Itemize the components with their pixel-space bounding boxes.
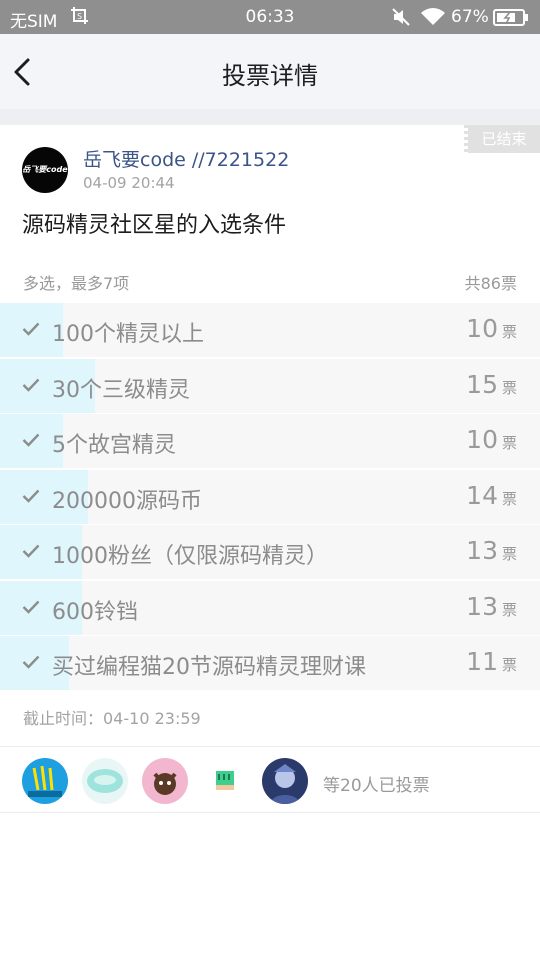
total-votes: 共86票 (464, 274, 517, 293)
option-label: 600铃铛 (52, 599, 138, 625)
vote-number: 11 (466, 647, 498, 676)
battery-percent: 67% (451, 7, 489, 27)
vote-number: 13 (466, 591, 498, 621)
voters-row[interactable]: 等20人已投票 (0, 747, 540, 812)
option-vote-count: 10 票 (466, 314, 517, 343)
vote-unit: 票 (501, 434, 517, 452)
voter-avatar-art (153, 772, 177, 795)
vote-number: 14 (466, 480, 498, 510)
option-label: 买过编程猫20节源码精灵理财课 (52, 655, 366, 680)
vote-unit: 票 (501, 489, 517, 508)
vote-unit: 票 (501, 545, 517, 563)
divider (0, 812, 540, 813)
avatar-logo-text: 岳飞要code (22, 165, 68, 174)
poll-mode: 多选，最多7项 (23, 274, 130, 293)
check-icon (22, 655, 40, 669)
option-vote-count: 11 票 (466, 647, 517, 676)
voter-avatar-art (28, 765, 62, 797)
option-label: 200000源码币 (52, 488, 202, 514)
poll-option[interactable]: 600铃铛 13 票 (0, 580, 540, 635)
page-title: 投票详情 (222, 62, 318, 90)
option-label: 30个三级精灵 (52, 377, 190, 403)
poll-question: 源码精灵社区星的入选条件 (22, 213, 287, 238)
poll-option[interactable]: 100个精灵以上 10 票 (0, 303, 540, 357)
vote-number: 10 (466, 425, 498, 454)
voter-avatar-art (87, 769, 123, 793)
option-vote-count: 15 票 (466, 370, 517, 399)
check-icon (22, 433, 40, 447)
voter-avatar[interactable] (202, 758, 248, 804)
poll-option[interactable]: 5个故宫精灵 10 票 (0, 414, 540, 468)
option-vote-count: 10 票 (466, 425, 517, 454)
voters-summary: 等20人已投票 (323, 776, 430, 796)
poll-status-badge: 已结束 (464, 125, 540, 153)
poll-option[interactable]: 1000粉丝（仅限源码精灵） 13 票 (0, 525, 540, 579)
check-icon (22, 378, 40, 392)
status-bar: 无SIM S 06:33 67% (0, 0, 540, 34)
option-label: 100个精灵以上 (52, 322, 204, 347)
voter-avatar-art (270, 764, 300, 804)
author-name[interactable]: 岳飞要code //7221522 (83, 145, 289, 172)
poll-options: 100个精灵以上 10 票 30个三级精灵 15 票 5个故宫精灵 10 票 2000… (0, 303, 540, 692)
voter-avatar[interactable] (142, 758, 188, 804)
author-avatar[interactable]: 岳飞要code (22, 147, 68, 193)
option-label: 5个故宫精灵 (52, 433, 176, 458)
wifi-icon (421, 8, 445, 25)
battery-icon (493, 9, 528, 26)
vote-number: 15 (466, 369, 498, 399)
option-vote-count: 13 票 (466, 536, 517, 565)
voter-avatar[interactable] (22, 758, 68, 804)
poll-deadline: 截止时间：04-10 23:59 (23, 709, 201, 728)
check-icon (22, 544, 40, 558)
option-label: 1000粉丝（仅限源码精灵） (52, 544, 328, 569)
option-vote-count: 13 票 (466, 592, 517, 621)
check-icon (22, 600, 40, 614)
poll-option[interactable]: 买过编程猫20节源码精灵理财课 11 票 (0, 636, 540, 690)
poll-option[interactable]: 30个三级精灵 15 票 (0, 358, 540, 413)
voter-avatar[interactable] (262, 758, 308, 804)
voter-avatar[interactable] (82, 758, 128, 804)
post-date: 04-09 20:44 (83, 174, 175, 192)
vote-unit: 票 (501, 656, 517, 674)
vote-unit: 票 (501, 378, 517, 397)
mute-icon (392, 8, 410, 26)
nav-bar: 投票详情 (0, 34, 540, 109)
section-gap (0, 109, 540, 125)
vote-unit: 票 (501, 323, 517, 341)
voter-avatar-art (216, 771, 234, 790)
vote-number: 13 (466, 536, 498, 565)
poll-option[interactable]: 200000源码币 14 票 (0, 469, 540, 524)
option-vote-count: 14 票 (466, 481, 517, 510)
vote-unit: 票 (501, 600, 517, 619)
vote-number: 10 (466, 314, 498, 343)
check-icon (22, 322, 40, 336)
check-icon (22, 489, 40, 503)
